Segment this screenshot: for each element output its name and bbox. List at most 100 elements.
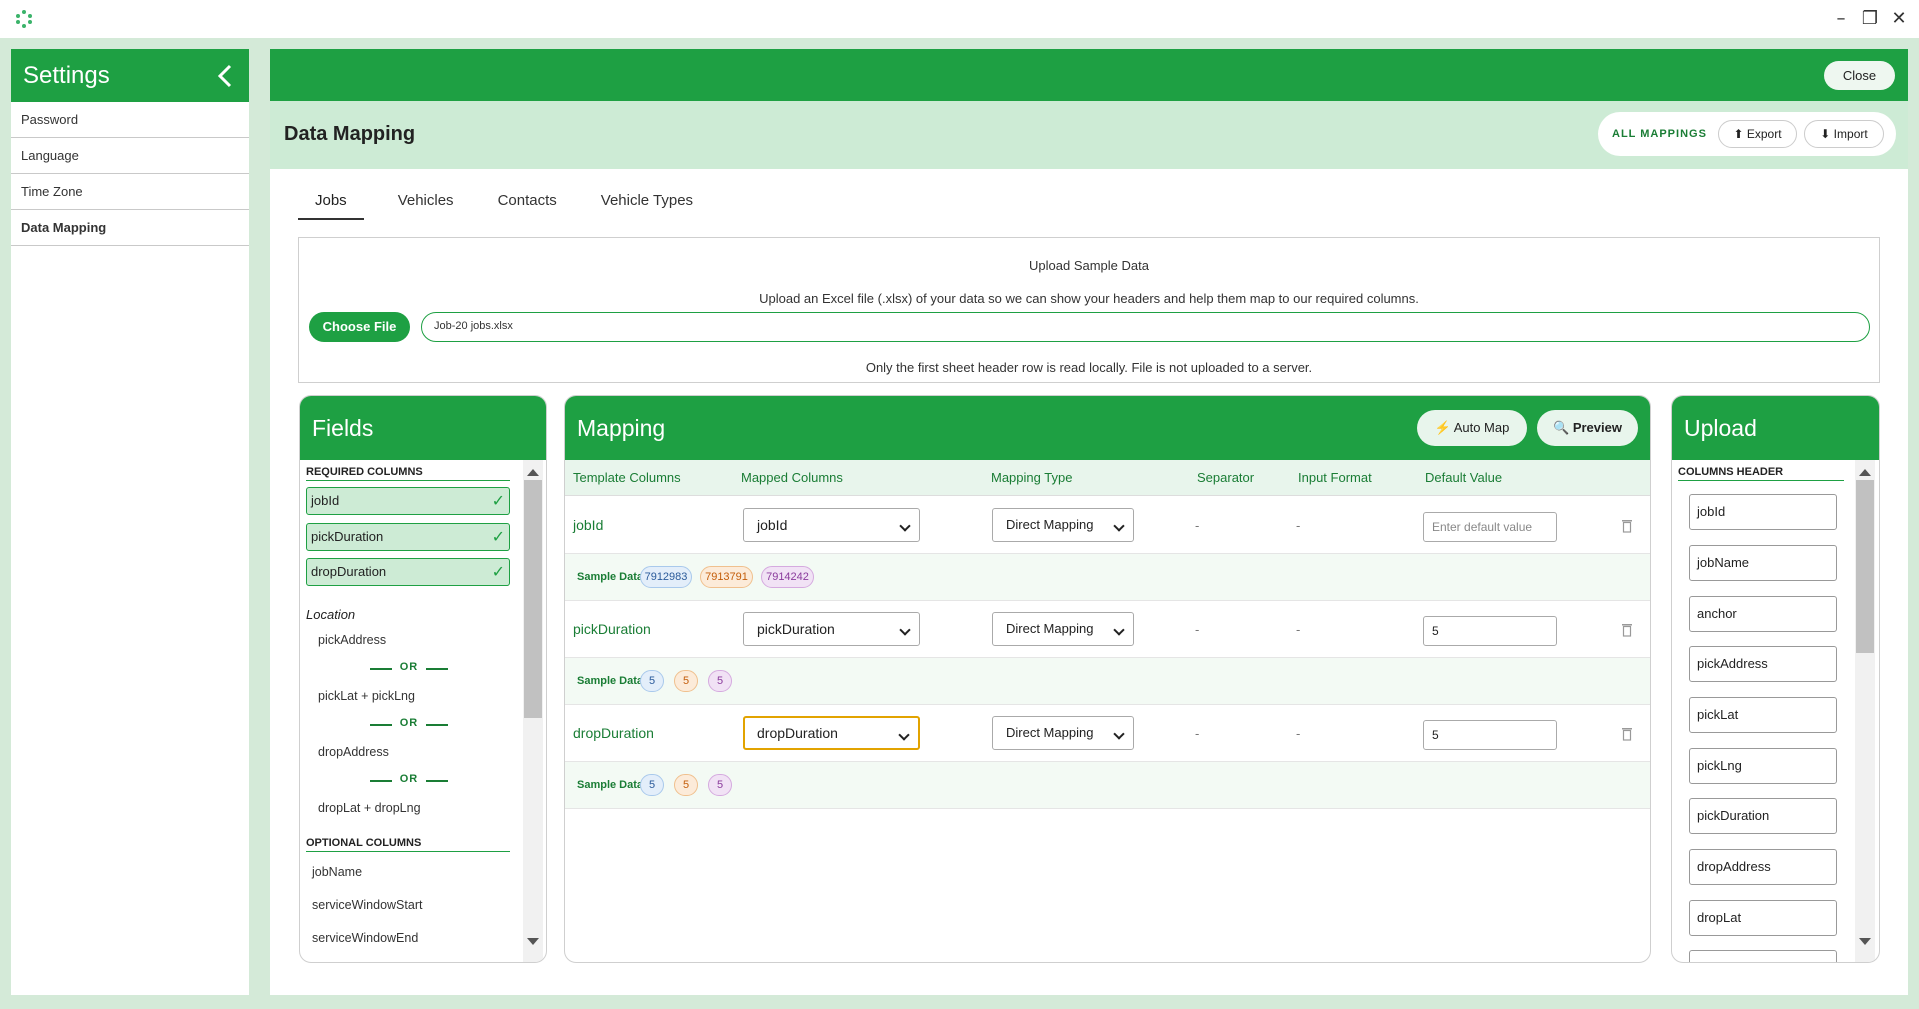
upload-column-item[interactable]: dropAddress <box>1689 849 1837 885</box>
upload-column-item[interactable]: dropLat <box>1689 900 1837 936</box>
default-value-input[interactable]: 5 <box>1423 616 1557 646</box>
upload-column-item[interactable]: jobId <box>1689 494 1837 530</box>
sample-chip: 7912983 <box>640 566 692 588</box>
location-option[interactable]: dropAddress <box>318 745 389 759</box>
sample-data-row: Sample Data: 5 5 5 <box>565 657 1650 705</box>
sample-data-row: Sample Data: 5 5 5 <box>565 761 1650 809</box>
minimize-icon[interactable]: – <box>1830 8 1852 30</box>
settings-sidebar: Settings Password Language Time Zone Dat… <box>11 49 249 995</box>
check-icon: ✓ <box>491 562 505 581</box>
sample-data-label: Sample Data: <box>577 779 647 791</box>
upload-column-item[interactable]: pickAddress <box>1689 646 1837 682</box>
collapse-chevron-left-icon[interactable] <box>215 63 235 89</box>
upload-column-item[interactable]: jobName <box>1689 545 1837 581</box>
column-header: Input Format <box>1298 470 1372 485</box>
separator-value: - <box>1195 518 1200 533</box>
sample-chip: 7914242 <box>761 566 814 588</box>
optional-field-item[interactable]: serviceWindowStart <box>312 898 422 912</box>
mapping-type-select[interactable]: Direct Mapping <box>992 612 1134 646</box>
check-icon: ✓ <box>491 527 505 546</box>
close-window-icon[interactable]: ✕ <box>1888 8 1910 30</box>
sample-chip: 5 <box>674 670 698 692</box>
upload-sample-description: Upload an Excel file (.xlsx) of your dat… <box>759 291 1419 306</box>
scroll-down-icon[interactable] <box>527 938 539 945</box>
choose-file-button[interactable]: Choose File <box>309 312 410 342</box>
chevron-down-icon <box>899 520 911 532</box>
sidebar-item-password[interactable]: Password <box>11 102 249 138</box>
import-button[interactable]: ⬇ Import <box>1804 120 1884 148</box>
column-header: Mapped Columns <box>741 470 843 485</box>
location-option[interactable]: dropLat + dropLng <box>318 801 421 815</box>
export-button[interactable]: ⬆ Export <box>1718 120 1797 148</box>
mapping-type-select[interactable]: Direct Mapping <box>992 716 1134 750</box>
required-field-item[interactable]: dropDuration ✓ <box>306 558 510 586</box>
fields-scrollbar[interactable] <box>523 460 543 962</box>
sample-chip: 5 <box>708 774 732 796</box>
mapped-column-select[interactable]: jobId <box>743 508 920 542</box>
sidebar-item-time-zone[interactable]: Time Zone <box>11 174 249 210</box>
trash-icon[interactable] <box>1621 519 1633 533</box>
auto-map-button[interactable]: ⚡ Auto Map <box>1417 410 1527 446</box>
upload-sample-note: Only the first sheet header row is read … <box>865 360 1313 375</box>
upload-column-item[interactable]: anchor <box>1689 596 1837 632</box>
mapped-column-select[interactable]: dropDuration <box>743 716 920 750</box>
maximize-icon[interactable]: ❐ <box>1859 8 1881 30</box>
file-name-field[interactable]: Job-20 jobs.xlsx <box>421 312 1870 342</box>
mapping-row: jobId jobId Direct Mapping - - Enter def… <box>565 497 1650 553</box>
template-column-name: dropDuration <box>573 725 654 741</box>
main-panel: Close Data Mapping ALL MAPPINGS ⬆ Export… <box>270 49 1908 995</box>
location-option[interactable]: pickAddress <box>318 633 386 647</box>
template-column-name: jobId <box>573 517 604 533</box>
sidebar-item-language[interactable]: Language <box>11 138 249 174</box>
chevron-down-icon <box>899 624 911 636</box>
upload-column-item[interactable]: pickLng <box>1689 748 1837 784</box>
optional-field-item[interactable]: jobName <box>312 865 362 879</box>
chevron-down-icon <box>1113 520 1125 532</box>
tab-vehicles[interactable]: Vehicles <box>388 190 464 220</box>
tab-jobs[interactable]: Jobs <box>298 190 364 220</box>
column-header: Template Columns <box>573 470 681 485</box>
required-field-item[interactable]: pickDuration ✓ <box>306 523 510 551</box>
chevron-down-icon <box>1113 728 1125 740</box>
or-separator: OR <box>370 717 448 729</box>
default-value-input[interactable]: 5 <box>1423 720 1557 750</box>
required-field-item[interactable]: jobId ✓ <box>306 487 510 515</box>
mapping-row: pickDuration pickDuration Direct Mapping… <box>565 601 1650 657</box>
sample-data-row: Sample Data: 7912983 7913791 7914242 <box>565 553 1650 601</box>
sample-chip: 5 <box>674 774 698 796</box>
preview-button[interactable]: 🔍 Preview <box>1537 410 1638 446</box>
fields-title: Fields <box>300 396 546 460</box>
sidebar-item-data-mapping[interactable]: Data Mapping <box>11 210 249 246</box>
mapping-type-select[interactable]: Direct Mapping <box>992 508 1134 542</box>
fields-card: Fields REQUIRED COLUMNS jobId ✓ pickDura… <box>299 395 547 963</box>
upload-column-item[interactable] <box>1689 950 1837 962</box>
default-value-input[interactable]: Enter default value <box>1423 512 1557 542</box>
upload-title: Upload <box>1672 396 1879 460</box>
mapping-card: Mapping ⚡ Auto Map 🔍 Preview Template Co… <box>564 395 1651 963</box>
upload-column-item[interactable]: pickLat <box>1689 697 1837 733</box>
mapped-column-select[interactable]: pickDuration <box>743 612 920 646</box>
close-button[interactable]: Close <box>1824 61 1895 90</box>
mapping-table-header: Template Columns Mapped Columns Mapping … <box>565 460 1650 496</box>
chevron-down-icon <box>898 729 910 741</box>
trash-icon[interactable] <box>1621 727 1633 741</box>
scrollbar-thumb[interactable] <box>524 480 542 718</box>
optional-columns-label: OPTIONAL COLUMNS <box>306 837 510 852</box>
scroll-up-icon[interactable] <box>1859 469 1871 476</box>
upload-column-item[interactable]: pickDuration <box>1689 798 1837 834</box>
column-header: Separator <box>1197 470 1255 485</box>
data-mapping-header: Data Mapping ALL MAPPINGS ⬆ Export ⬇ Imp… <box>270 101 1908 169</box>
scroll-up-icon[interactable] <box>527 469 539 476</box>
scrollbar-thumb[interactable] <box>1856 480 1874 653</box>
settings-header: Settings <box>11 49 249 102</box>
mapping-type-value: Direct Mapping <box>1006 517 1094 532</box>
tab-contacts[interactable]: Contacts <box>488 190 567 220</box>
trash-icon[interactable] <box>1621 623 1633 637</box>
scroll-down-icon[interactable] <box>1859 938 1871 945</box>
location-label: Location <box>306 607 356 622</box>
upload-scrollbar[interactable] <box>1855 460 1875 962</box>
optional-field-item[interactable]: serviceWindowEnd <box>312 931 418 945</box>
all-mappings-group: ALL MAPPINGS ⬆ Export ⬇ Import <box>1598 112 1896 156</box>
tab-vehicle-types[interactable]: Vehicle Types <box>591 190 703 220</box>
location-option[interactable]: pickLat + pickLng <box>318 689 415 703</box>
